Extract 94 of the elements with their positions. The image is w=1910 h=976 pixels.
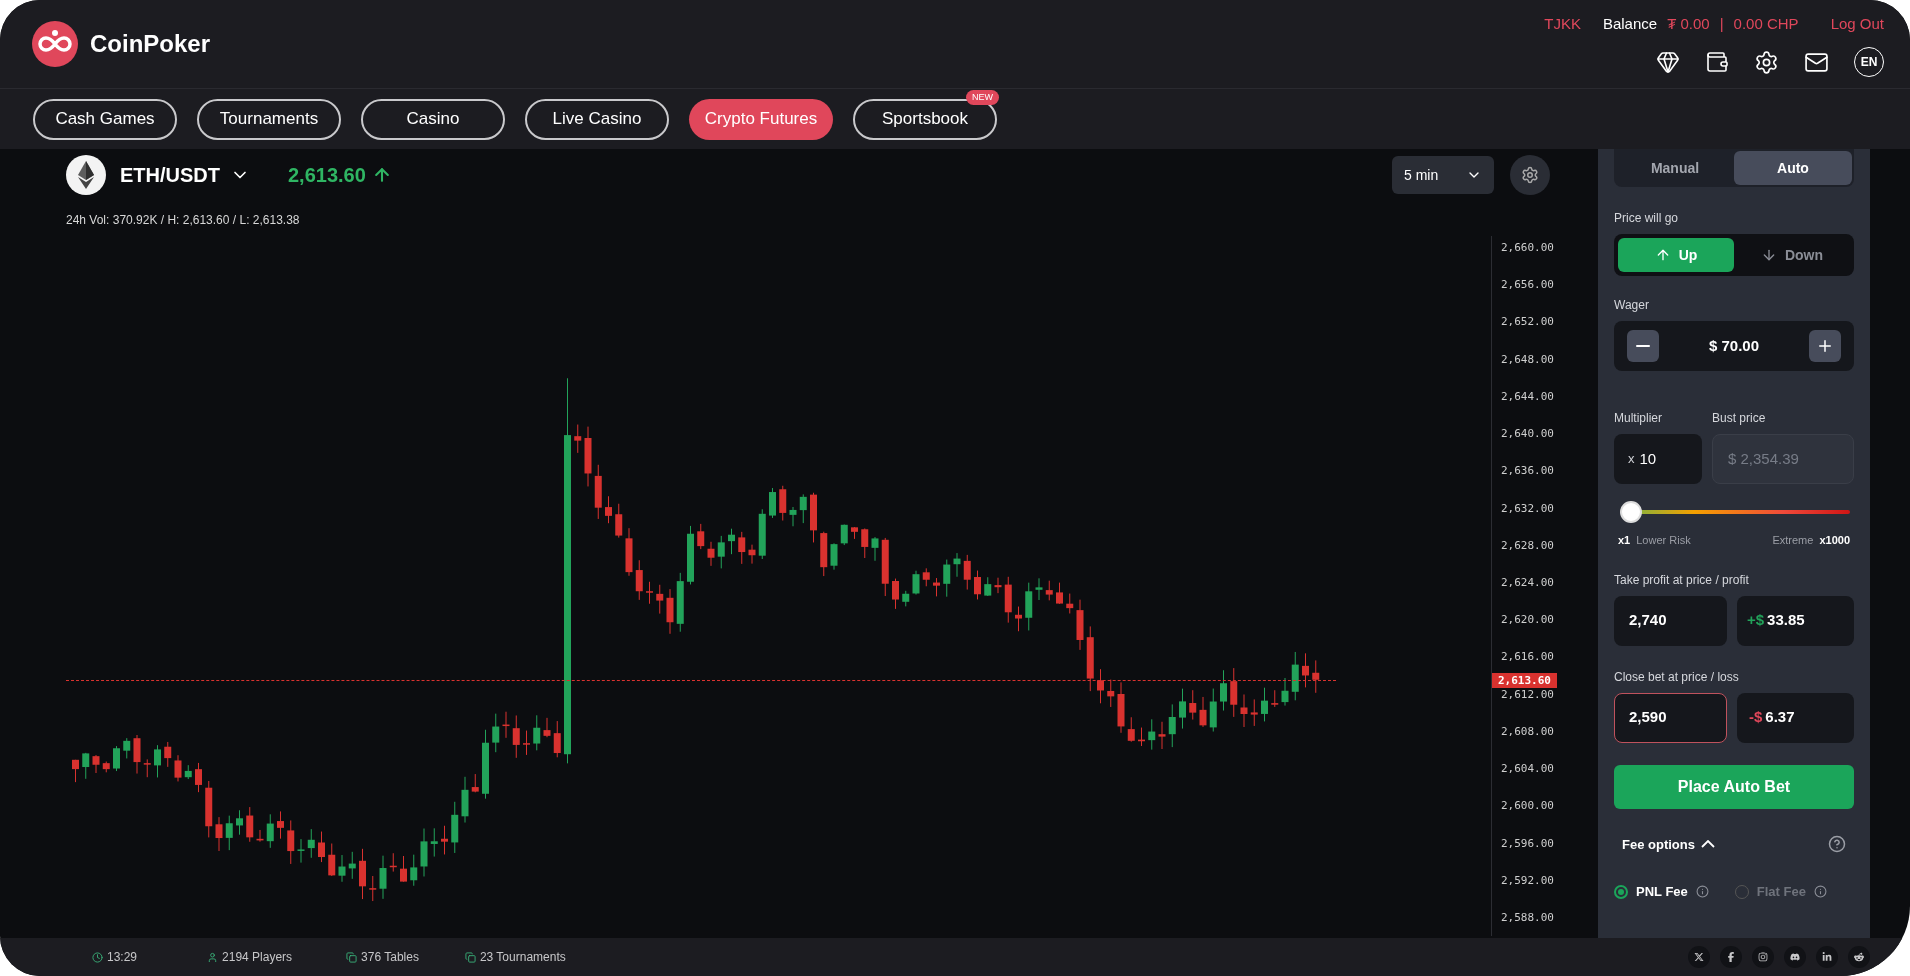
loss-value: 6.37 <box>1765 707 1795 728</box>
chp-balance: 0.00 CHP <box>1733 13 1799 34</box>
stop-price-field[interactable]: 2,590 <box>1614 692 1727 743</box>
linkedin-icon[interactable] <box>1816 946 1838 968</box>
price-axis-label: 2,660.00 <box>1501 240 1555 256</box>
bust-price-label: Bust price <box>1712 410 1766 427</box>
ethereum-icon <box>66 155 106 195</box>
price-axis-label: 2,608.00 <box>1501 723 1555 740</box>
players-status: 2194 Players <box>207 948 293 966</box>
multiplier-label: Multiplier <box>1614 410 1663 427</box>
clock-status: 13:29 <box>92 948 138 966</box>
username: TJKK <box>1544 13 1581 34</box>
tables-status: 376 Tables <box>346 948 419 966</box>
price-axis-label: 2,636.00 <box>1501 463 1555 480</box>
pair-selector[interactable]: ETH/USDT <box>120 160 250 190</box>
new-badge: NEW <box>966 89 999 105</box>
discord-icon[interactable] <box>1784 946 1806 968</box>
nav-tab[interactable]: Tournaments <box>197 98 341 140</box>
fee-options-toggle[interactable]: Fee options <box>1622 834 1715 854</box>
stop-loss-label: Close bet at price / loss <box>1614 668 1740 686</box>
help-icon[interactable] <box>1828 835 1846 854</box>
chevron-up-icon <box>1700 840 1715 849</box>
plus-icon <box>1816 337 1834 355</box>
wager-field[interactable]: $ 70.00 <box>1614 321 1854 371</box>
balance-label: Balance <box>1602 13 1658 34</box>
logout-link[interactable]: Log Out <box>1830 12 1884 36</box>
diamond-icon[interactable] <box>1656 50 1680 75</box>
person-icon <box>207 951 219 963</box>
tournaments-status: 23 Tournaments <box>464 948 566 966</box>
gear-icon <box>1521 166 1539 184</box>
price-axis-label: 2,616.00 <box>1501 649 1555 666</box>
instagram-icon[interactable] <box>1752 946 1774 968</box>
minus-icon <box>1636 345 1650 347</box>
decrease-button[interactable] <box>1627 330 1659 362</box>
wager-label: Wager <box>1614 297 1650 314</box>
price-axis-label: 2,596.00 <box>1501 835 1555 852</box>
price-axis-label: 2,604.00 <box>1501 761 1555 778</box>
current-price: 2,613.60 <box>288 160 392 190</box>
multiplier-prefix: x <box>1628 450 1635 469</box>
settings-icon[interactable] <box>1754 49 1779 75</box>
clock-icon <box>92 951 103 963</box>
price-axis-label: 2,612.00 <box>1501 686 1555 703</box>
price-axis-label: 2,644.00 <box>1501 388 1555 405</box>
price-axis-label: 2,652.00 <box>1501 314 1555 331</box>
risk-max: x1000 <box>1819 533 1850 548</box>
brand-name: CoinPoker <box>90 29 211 59</box>
info-icon <box>1695 885 1709 899</box>
price-axis-label: 2,628.00 <box>1501 537 1555 554</box>
price-axis-label: 2,640.00 <box>1501 426 1555 443</box>
current-price-tag: 2,613.60 <box>1492 672 1557 688</box>
wallet-icon[interactable] <box>1705 50 1729 75</box>
price-axis-label: 2,620.00 <box>1501 612 1555 629</box>
mode-tab[interactable]: Auto <box>1734 151 1852 185</box>
loss-sign: -$ <box>1749 707 1763 728</box>
price-axis-label: 2,588.00 <box>1501 909 1555 926</box>
market-stats: 24h Vol: 370.92K / H: 2,613.60 / L: 2,613.38 <box>66 212 301 229</box>
wager-value: $ 70.00 <box>1708 335 1759 356</box>
take-profit-label: Take profit at price / profit <box>1614 571 1750 589</box>
balance-separator: | <box>1719 13 1724 34</box>
mode-tab[interactable]: Manual <box>1616 151 1734 185</box>
price-axis-label: 2,600.00 <box>1501 798 1555 815</box>
chart-settings-button[interactable] <box>1510 155 1550 195</box>
reddit-icon[interactable] <box>1848 946 1870 968</box>
token-balance: ₮ 0.00 <box>1667 13 1710 34</box>
facebook-icon[interactable] <box>1720 946 1742 968</box>
increase-button[interactable] <box>1809 330 1841 362</box>
price-axis-label: 2,592.00 <box>1501 872 1555 889</box>
risk-slider[interactable] <box>1618 500 1850 524</box>
take-profit-field[interactable]: 2,740 <box>1614 595 1727 646</box>
price-axis-label: 2,648.00 <box>1501 351 1555 368</box>
direction-label: Price will go <box>1614 210 1680 227</box>
profit-sign: +$ <box>1747 610 1765 631</box>
nav-tab[interactable]: Crypto Futures <box>689 98 833 140</box>
price-axis-label: 2,656.00 <box>1501 277 1555 294</box>
price-axis-label: 2,632.00 <box>1501 500 1555 517</box>
tournaments-icon <box>464 951 476 963</box>
nav-tab[interactable]: Cash Games <box>33 98 177 140</box>
risk-min: x1 <box>1618 533 1631 548</box>
profit-value: 33.85 <box>1767 610 1805 631</box>
tables-icon <box>346 951 358 963</box>
direction-button[interactable]: Down <box>1734 238 1850 272</box>
bust-price-field: $ 2,354.39 <box>1712 434 1854 484</box>
interval-select[interactable]: 5 min <box>1392 156 1494 194</box>
logo-icon <box>32 21 78 67</box>
risk-max-label: Extreme <box>1772 533 1814 548</box>
multiplier-value: 10 <box>1639 448 1657 469</box>
fee-radio[interactable]: PNL Fee <box>1614 882 1709 902</box>
price-axis-label: 2,624.00 <box>1501 574 1555 591</box>
risk-min-label: Lower Risk <box>1636 533 1691 548</box>
nav-tab[interactable]: Live Casino <box>525 98 669 140</box>
nav-tab[interactable]: Casino <box>361 98 505 140</box>
info-icon <box>1813 885 1827 899</box>
multiplier-field[interactable]: x 10 <box>1614 434 1702 484</box>
x-icon[interactable] <box>1688 946 1710 968</box>
